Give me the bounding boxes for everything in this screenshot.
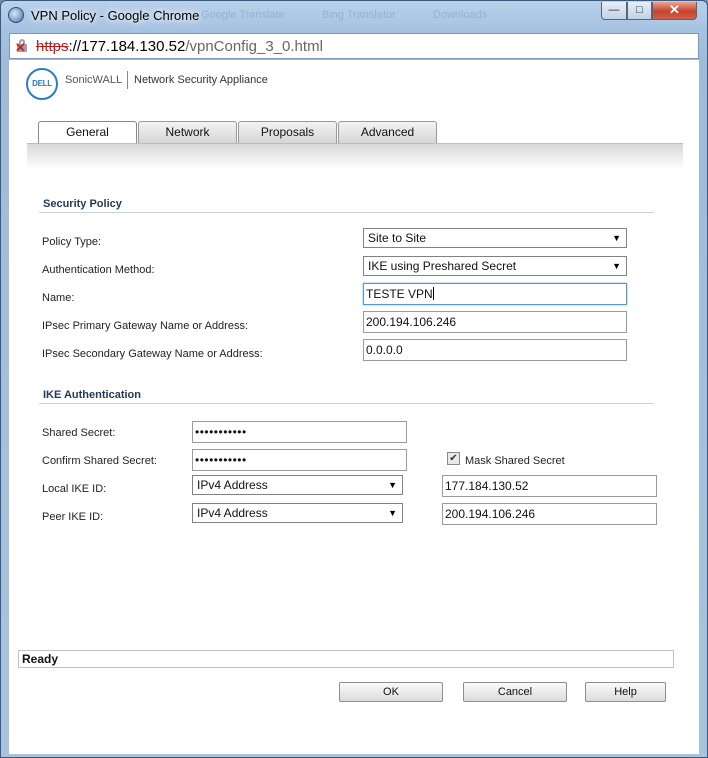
shared-secret-label: Shared Secret: bbox=[42, 427, 116, 439]
insecure-lock-icon[interactable]: ✕ bbox=[15, 39, 30, 54]
confirm-secret-input[interactable]: ••••••••••• bbox=[192, 449, 407, 471]
brand-name: SonicWALL bbox=[65, 74, 123, 86]
section-title-ike-authentication: IKE Authentication bbox=[43, 389, 141, 401]
policy-type-label: Policy Type: bbox=[42, 236, 102, 248]
ghost-tab: Google Translate bbox=[201, 9, 285, 21]
section-title-security-policy: Security Policy bbox=[43, 198, 122, 210]
mask-shared-secret-label: Mask Shared Secret bbox=[465, 455, 565, 467]
cancel-button[interactable]: Cancel bbox=[463, 682, 567, 702]
url-text[interactable]: https://177.184.130.52/vpnConfig_3_0.htm… bbox=[36, 38, 323, 55]
name-label: Name: bbox=[42, 292, 75, 304]
tab-general[interactable]: General bbox=[38, 121, 137, 145]
text-caret bbox=[432, 287, 434, 300]
page-content: DELL SonicWALL Network Security Applianc… bbox=[9, 60, 699, 754]
auth-method-label: Authentication Method: bbox=[42, 264, 155, 276]
local-ike-id-input[interactable]: 177.184.130.52 bbox=[442, 475, 657, 497]
ghost-tab: Bing Translator bbox=[321, 9, 396, 21]
name-value: TESTE VPN bbox=[366, 287, 433, 301]
background-taskbar-ghost: Google Translate Bing Translator Downloa… bbox=[201, 9, 521, 21]
checkmark-icon: ✔ bbox=[449, 453, 458, 464]
dropdown-arrow-icon: ▼ bbox=[388, 480, 397, 490]
chrome-app-icon bbox=[8, 7, 24, 23]
tab-network[interactable]: Network bbox=[138, 121, 237, 143]
url-host: ://177.184.130.52 bbox=[68, 38, 186, 55]
address-bar[interactable]: ✕ https://177.184.130.52/vpnConfig_3_0.h… bbox=[9, 33, 699, 59]
section-divider bbox=[39, 212, 654, 213]
secondary-gateway-input[interactable]: 0.0.0.0 bbox=[363, 339, 627, 361]
mask-shared-secret-checkbox[interactable]: ✔ bbox=[447, 452, 460, 465]
shared-secret-input[interactable]: ••••••••••• bbox=[192, 421, 407, 443]
dropdown-arrow-icon: ▼ bbox=[612, 261, 621, 271]
tab-header-band bbox=[27, 143, 683, 169]
peer-ike-id-label: Peer IKE ID: bbox=[42, 511, 104, 523]
dropdown-arrow-icon: ▼ bbox=[388, 508, 397, 518]
tab-advanced[interactable]: Advanced bbox=[338, 121, 437, 143]
local-ike-id-type-value: IPv4 Address bbox=[197, 478, 268, 492]
window-title: VPN Policy - Google Chrome bbox=[31, 8, 200, 23]
policy-type-select[interactable]: Site to Site ▼ bbox=[363, 228, 627, 248]
name-input[interactable]: TESTE VPN bbox=[363, 283, 627, 305]
minimize-button[interactable]: — bbox=[601, 2, 627, 20]
primary-gateway-input[interactable]: 200.194.106.246 bbox=[363, 311, 627, 333]
section-divider bbox=[39, 403, 654, 404]
auth-method-select[interactable]: IKE using Preshared Secret ▼ bbox=[363, 256, 627, 276]
product-name: Network Security Appliance bbox=[134, 74, 268, 86]
brand-divider bbox=[127, 71, 128, 89]
help-button[interactable]: Help bbox=[585, 682, 666, 702]
peer-ike-id-type-value: IPv4 Address bbox=[197, 506, 268, 520]
url-path: /vpnConfig_3_0.html bbox=[185, 38, 323, 55]
dell-logo: DELL bbox=[26, 68, 58, 100]
url-scheme: https bbox=[36, 38, 69, 55]
maximize-button[interactable]: □ bbox=[627, 2, 652, 20]
local-ike-id-type-select[interactable]: IPv4 Address ▼ bbox=[192, 475, 403, 495]
title-bar[interactable]: VPN Policy - Google Chrome Google Transl… bbox=[1, 1, 707, 31]
close-button[interactable]: ✕ bbox=[652, 2, 697, 20]
primary-gateway-label: IPsec Primary Gateway Name or Address: bbox=[42, 320, 249, 332]
peer-ike-id-input[interactable]: 200.194.106.246 bbox=[442, 503, 657, 525]
auth-method-value: IKE using Preshared Secret bbox=[368, 259, 517, 273]
ok-button[interactable]: OK bbox=[339, 682, 443, 702]
local-ike-id-label: Local IKE ID: bbox=[42, 483, 107, 495]
status-bar: Ready bbox=[18, 650, 674, 668]
tab-proposals[interactable]: Proposals bbox=[238, 121, 337, 143]
peer-ike-id-type-select[interactable]: IPv4 Address ▼ bbox=[192, 503, 403, 523]
dropdown-arrow-icon: ▼ bbox=[612, 233, 621, 243]
policy-type-value: Site to Site bbox=[368, 231, 427, 245]
confirm-secret-label: Confirm Shared Secret: bbox=[42, 455, 157, 467]
ghost-tab: Downloads bbox=[432, 9, 488, 21]
secondary-gateway-label: IPsec Secondary Gateway Name or Address: bbox=[42, 348, 263, 360]
browser-window: VPN Policy - Google Chrome Google Transl… bbox=[0, 0, 708, 758]
